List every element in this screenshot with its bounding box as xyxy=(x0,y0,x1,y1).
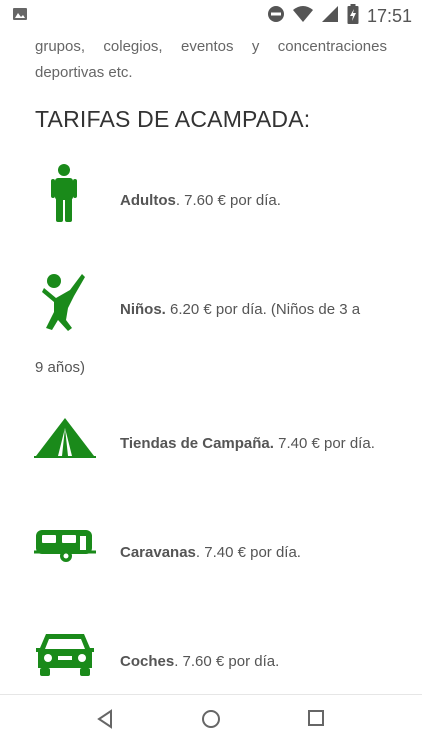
navigation-bar xyxy=(0,694,422,751)
page-title: TARIFAS DE ACAMPADA: xyxy=(35,106,311,132)
rate-value: . 7.60 € por día. xyxy=(175,192,281,209)
rate-adults: Adultos. 7.60 € por día. xyxy=(120,192,281,209)
car-icon xyxy=(34,630,96,681)
wifi-icon xyxy=(292,5,313,28)
intro-text: grupos, colegios, eventos y concentracio… xyxy=(35,38,387,81)
child-jumping-icon xyxy=(40,272,86,337)
clock: 17:51 xyxy=(366,6,412,26)
rate-label: Niños. xyxy=(120,301,166,318)
do-not-disturb-icon xyxy=(267,5,285,28)
rate-value: 7.40 € por día. xyxy=(273,435,375,452)
rate-children-continuation: 9 años) xyxy=(35,359,86,376)
tent-icon xyxy=(34,416,96,463)
caravan-icon xyxy=(34,528,96,569)
rate-tents: Tiendas de Campaña. 7.40 € por día. xyxy=(120,435,375,452)
rate-caravans: Caravanas. 7.40 € por día. xyxy=(120,544,301,561)
signal-icon xyxy=(321,5,339,28)
rate-value: . 7.40 € por día. xyxy=(195,544,301,561)
rate-label: Coches xyxy=(120,653,175,670)
rate-label: Caravanas xyxy=(120,544,196,561)
rate-cars: Coches. 7.60 € por día. xyxy=(120,653,279,670)
rate-label: Tiendas de Campaña. xyxy=(120,435,274,452)
person-icon xyxy=(51,164,77,227)
home-button[interactable] xyxy=(201,709,221,734)
page-content[interactable]: grupos, colegios, eventos y concentracio… xyxy=(0,30,422,694)
rate-value: . 7.60 € por día. xyxy=(174,653,280,670)
status-bar: 17:51 xyxy=(0,0,422,30)
rate-value: 6.20 € por día. (Niños de 3 a xyxy=(165,301,361,318)
rate-label: Adultos xyxy=(120,192,176,209)
battery-icon xyxy=(347,4,359,29)
recents-button[interactable] xyxy=(307,709,325,732)
back-button[interactable] xyxy=(96,709,116,734)
rate-children: Niños. 6.20 € por día. (Niños de 3 a xyxy=(120,301,360,318)
image-notification-icon xyxy=(12,6,28,27)
